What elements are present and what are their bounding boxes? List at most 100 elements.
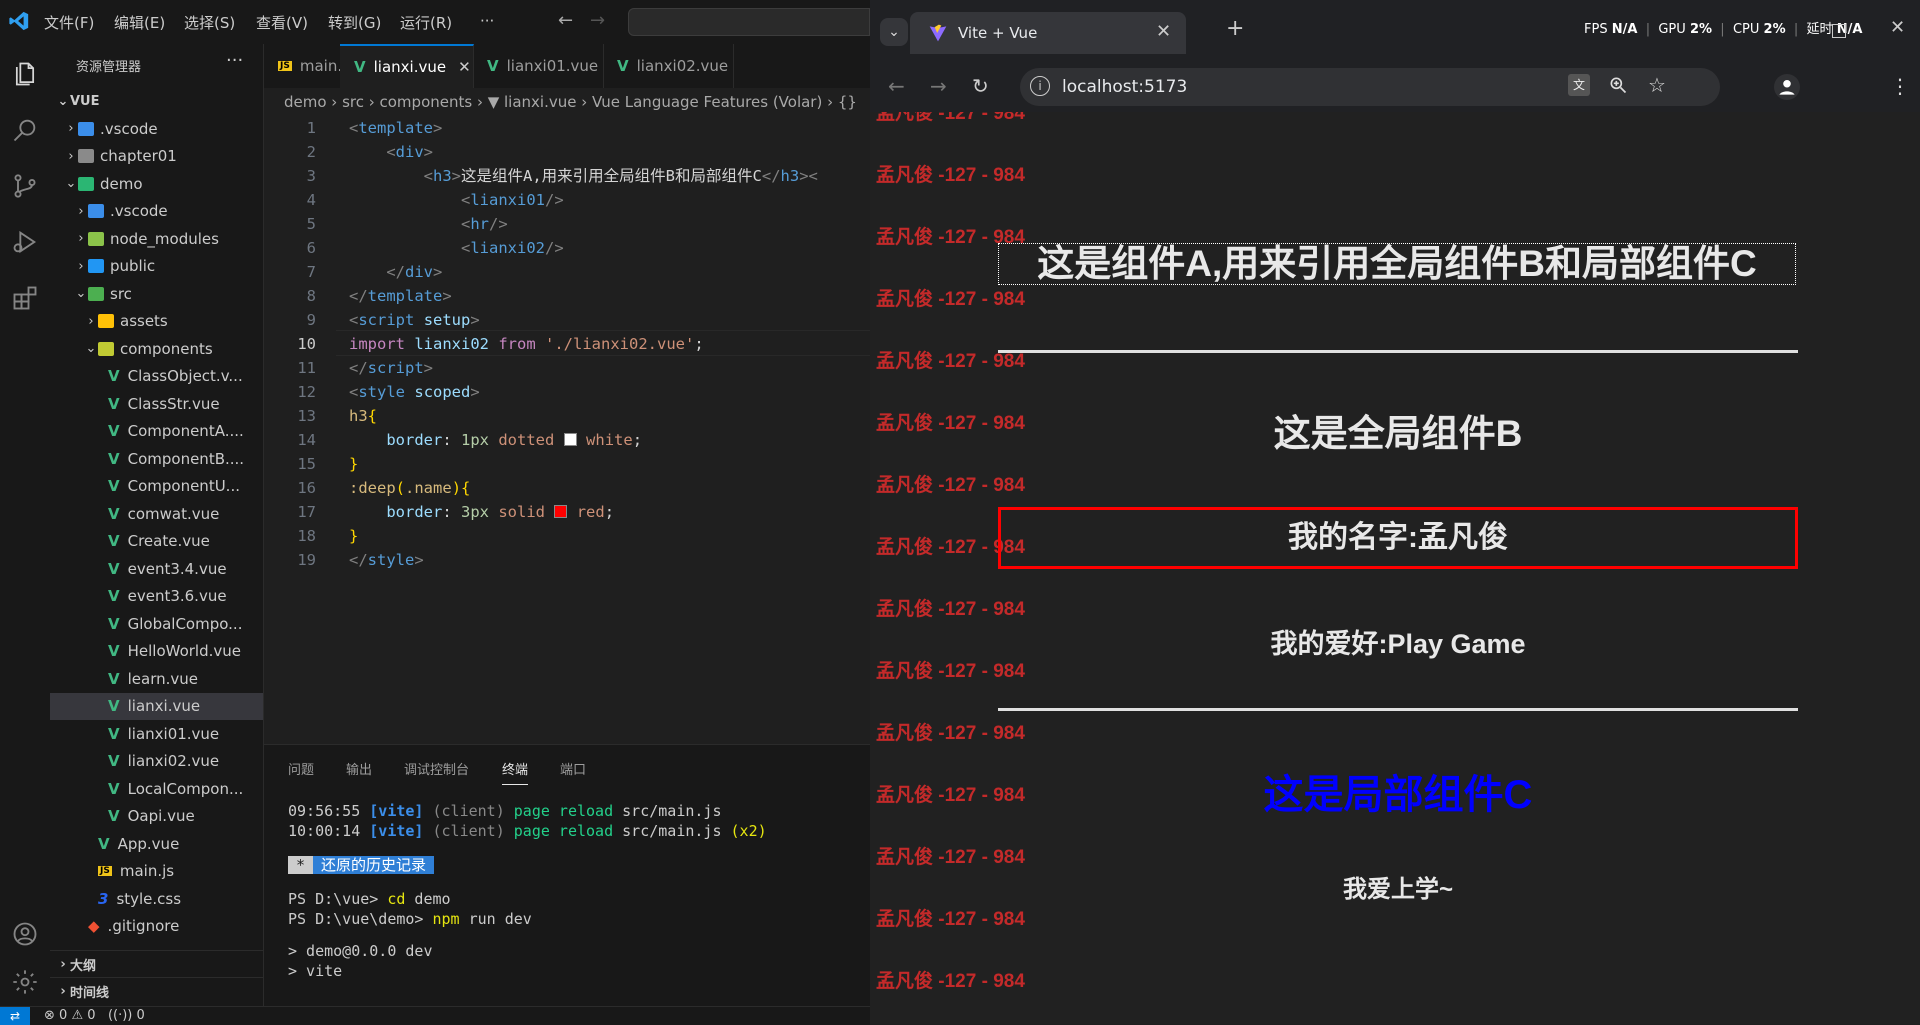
panel-tab[interactable]: 端口: [560, 759, 586, 778]
editor-tab-label: lianxi01.vue: [506, 57, 599, 75]
zoom-icon[interactable]: [1608, 75, 1628, 99]
bookmark-star-icon[interactable]: ☆: [1648, 73, 1666, 97]
search-icon[interactable]: [5, 110, 45, 150]
tree-item[interactable]: Vlearn.vue: [50, 665, 263, 692]
site-info-icon[interactable]: i: [1030, 76, 1050, 96]
outline-section[interactable]: › 大纲: [50, 950, 263, 978]
tree-item[interactable]: V Create.vue: [50, 528, 263, 555]
menu-item[interactable]: ···: [480, 12, 494, 30]
vue-file-icon: V: [108, 394, 120, 413]
editor-tabs: JS main.js Vlianxi.vue ✕ Vlianxi01.vue Vlianx…: [264, 44, 870, 88]
close-tab-icon[interactable]: ✕: [1156, 21, 1171, 42]
panel-tab[interactable]: 终端: [502, 759, 529, 785]
close-icon[interactable]: ✕: [458, 58, 471, 76]
workspace-root[interactable]: ⌄ VUE: [50, 88, 263, 115]
panel-tab[interactable]: 调试控制台: [404, 759, 469, 778]
vue-file-icon: V: [108, 669, 120, 688]
tree-item[interactable]: Vevent3.4.vue: [50, 555, 263, 582]
panel-tab[interactable]: 输出: [346, 759, 372, 778]
run-debug-icon[interactable]: [5, 222, 45, 262]
maximize-icon[interactable]: [1832, 24, 1846, 38]
menu-item[interactable]: 选择(S): [184, 12, 235, 33]
tree-item[interactable]: V HelloWorld.vue: [50, 638, 263, 665]
tree-item[interactable]: Vevent3.6.vue: [50, 583, 263, 610]
editor-tab[interactable]: Vlianxi02.vue: [603, 44, 734, 88]
tree-item[interactable]: ⌄ demo: [50, 170, 263, 197]
url-text[interactable]: localhost:5173: [1062, 77, 1187, 97]
translate-icon[interactable]: 文: [1568, 74, 1590, 96]
tree-item[interactable]: V Oapi.vue: [50, 803, 263, 830]
breadcrumb-path[interactable]: demo › src › components › ▼ lianxi.vue ›…: [284, 93, 857, 111]
menu-item[interactable]: 运行(R): [400, 12, 452, 33]
tree-item[interactable]: Vlianxi.vue: [50, 692, 263, 720]
tree-item[interactable]: Vcomwat.vue: [50, 500, 263, 527]
tree-item[interactable]: › public: [50, 253, 263, 280]
chevron-down-icon: ⌄: [65, 176, 77, 191]
profile-icon[interactable]: [1774, 74, 1800, 100]
browser-forward-icon[interactable]: →: [930, 74, 947, 98]
code-editor[interactable]: 1 2 3 4 5 6 7 8 9 10 11 12 13 14 15 16 17 18 19 <template>…: [264, 116, 870, 744]
tree-item[interactable]: Vlianxi01.vue: [50, 720, 263, 747]
tree-item[interactable]: V ClassStr.vue: [50, 390, 263, 417]
watermark-text: 孟凡俊 -127 - 984: [876, 723, 1025, 744]
editor-tab[interactable]: Vlianxi.vue ✕: [340, 44, 474, 88]
title-bar: 文件(F) 编辑(E) 选择(S) 查看(V) 转到(G) 运行(R) ··· ← →: [0, 0, 870, 44]
tree-item[interactable]: › assets: [50, 308, 263, 335]
tree-item[interactable]: V ClassObject.v...: [50, 363, 263, 390]
tree-item[interactable]: V LocalCompon...: [50, 775, 263, 802]
forward-arrow-icon[interactable]: →: [590, 10, 605, 31]
tree-item[interactable]: › .vscode: [50, 115, 263, 142]
tree-item[interactable]: ⌄ src: [50, 280, 263, 307]
source-control-icon[interactable]: [5, 166, 45, 206]
remote-indicator[interactable]: ⇄: [0, 1007, 30, 1025]
chevron-right-icon: ›: [68, 148, 74, 164]
editor-tab-label: lianxi02.vue: [636, 57, 729, 75]
tree-item[interactable]: JS main.js: [50, 858, 263, 885]
browser-back-icon[interactable]: ←: [888, 74, 905, 98]
panel-tab[interactable]: 问题: [288, 759, 314, 778]
tree-item[interactable]: › node_modules: [50, 225, 263, 252]
tree-item-label: node_modules: [110, 229, 219, 248]
back-arrow-icon[interactable]: ←: [558, 10, 573, 31]
tree-item[interactable]: ⌄ components: [50, 335, 263, 362]
line-number: 5: [306, 215, 316, 233]
css-file-icon: 3: [98, 889, 109, 908]
command-center-search[interactable]: [628, 8, 870, 36]
git-file-icon: ◆: [88, 917, 100, 935]
tree-item[interactable]: V GlobalCompo...: [50, 610, 263, 637]
tree-item[interactable]: Vlianxi02.vue: [50, 748, 263, 775]
tab-search-button[interactable]: ⌄: [880, 18, 908, 46]
timeline-section[interactable]: › 时间线: [50, 977, 263, 1005]
tree-item[interactable]: › .vscode: [50, 198, 263, 225]
chevron-down-icon: ⌄: [57, 94, 69, 109]
reload-icon[interactable]: ↻: [972, 74, 989, 98]
menu-item[interactable]: 查看(V): [256, 12, 308, 33]
close-window-icon[interactable]: ✕: [1890, 17, 1905, 38]
browser-menu-icon[interactable]: ⋮: [1890, 74, 1910, 98]
browser-window: ⌄ Vite + Vue ✕ + FPS N/A | GPU 2% | CPU …: [870, 0, 1920, 1024]
tree-item[interactable]: V ComponentB....: [50, 445, 263, 472]
new-tab-icon[interactable]: +: [1226, 16, 1244, 41]
tree-item[interactable]: V ComponentA....: [50, 418, 263, 445]
settings-gear-icon[interactable]: [5, 962, 45, 1002]
editor-tab[interactable]: JS main.js: [264, 44, 354, 88]
code-line: border: 3px solid red;: [386, 503, 615, 521]
menu-item[interactable]: 转到(G): [328, 12, 381, 33]
tree-item[interactable]: 3 style.css: [50, 885, 263, 912]
breadcrumb[interactable]: demo › src › components › ▼ lianxi.vue ›…: [264, 88, 870, 116]
extensions-icon[interactable]: [5, 278, 45, 318]
problems-status[interactable]: ⊗ 0 ⚠ 0 ((·)) 0: [44, 1008, 145, 1023]
vue-file-icon: V: [98, 834, 110, 853]
menu-item[interactable]: 编辑(E): [114, 12, 165, 33]
address-bar[interactable]: i localhost:5173 文 ☆: [1020, 68, 1720, 106]
menu-item[interactable]: 文件(F): [44, 12, 94, 33]
explorer-icon[interactable]: [5, 54, 45, 94]
tree-item[interactable]: V ComponentU...: [50, 473, 263, 500]
browser-tab[interactable]: Vite + Vue ✕: [910, 12, 1186, 54]
tree-item[interactable]: › chapter01: [50, 143, 263, 170]
editor-tab[interactable]: Vlianxi01.vue: [473, 44, 604, 88]
tree-item[interactable]: ◆ .gitignore: [50, 913, 263, 940]
accounts-icon[interactable]: [5, 914, 45, 954]
more-actions-icon[interactable]: ···: [226, 50, 243, 71]
tree-item[interactable]: V App.vue: [50, 830, 263, 857]
